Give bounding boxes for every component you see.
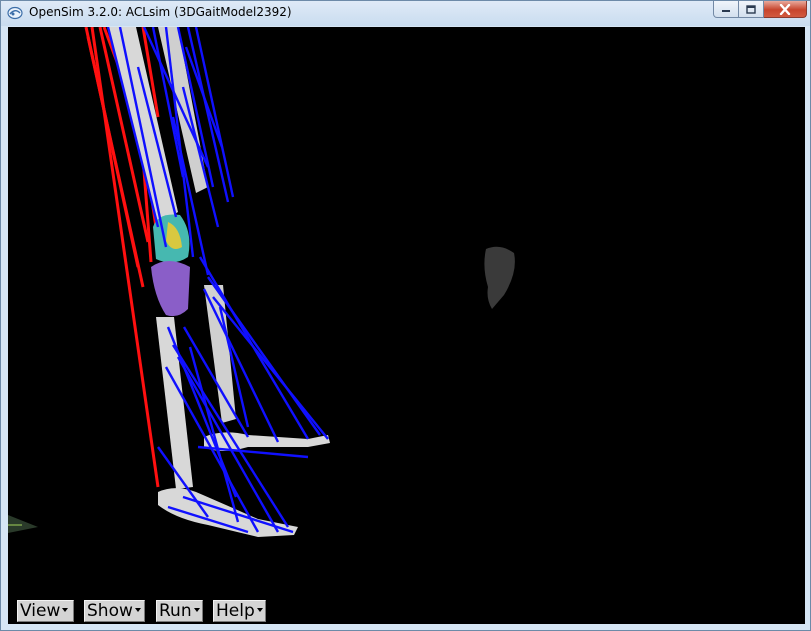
close-icon — [779, 3, 791, 15]
show-menu-label: Show — [87, 601, 133, 621]
opensim-logo-icon — [7, 6, 23, 20]
opensim-window: OpenSim 3.2.0: ACLsim (3DGaitModel2392) — [0, 0, 811, 631]
show-menu-button[interactable]: Show — [84, 600, 145, 622]
view-menu-label: View — [20, 601, 61, 621]
run-menu-button[interactable]: Run — [156, 600, 203, 622]
window-title: OpenSim 3.2.0: ACLsim (3DGaitModel2392) — [29, 5, 292, 19]
chevron-down-icon — [256, 607, 263, 612]
help-menu-button[interactable]: Help — [213, 600, 266, 622]
chevron-down-icon — [62, 607, 69, 612]
floating-bone-segment — [484, 246, 515, 309]
run-menu-label: Run — [159, 601, 192, 621]
knee-joint — [151, 214, 190, 317]
window-controls — [713, 1, 807, 19]
3d-model-viewport[interactable]: View Show Run Help — [8, 27, 805, 624]
chevron-down-icon — [134, 607, 141, 612]
musculoskeletal-model — [84, 27, 515, 537]
minimize-icon — [722, 10, 730, 12]
axis-indicator-icon — [8, 515, 38, 533]
view-menu-button[interactable]: View — [17, 600, 74, 622]
maximize-icon — [746, 4, 756, 14]
title-bar[interactable]: OpenSim 3.2.0: ACLsim (3DGaitModel2392) — [1, 1, 810, 26]
maximize-button[interactable] — [739, 1, 764, 18]
minimize-button[interactable] — [713, 1, 739, 18]
chevron-down-icon — [193, 607, 200, 612]
help-menu-label: Help — [216, 601, 255, 621]
close-button[interactable] — [764, 1, 807, 18]
